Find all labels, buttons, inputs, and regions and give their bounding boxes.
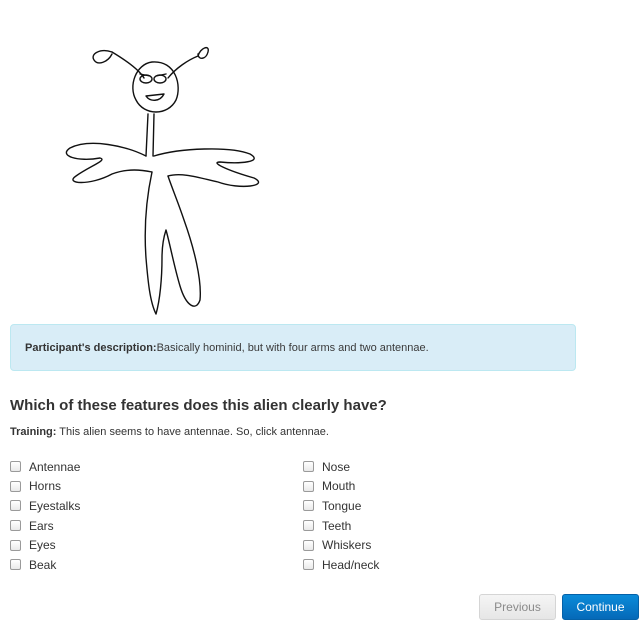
feature-label: Ears <box>29 518 54 533</box>
checkbox[interactable] <box>10 520 21 532</box>
checkbox[interactable] <box>303 559 314 571</box>
survey-page: Participant's description:Basically homi… <box>0 0 644 620</box>
description-label: Participant's description: <box>25 342 157 354</box>
checkbox[interactable] <box>10 480 21 492</box>
feature-label: Mouth <box>322 479 356 494</box>
feature-label: Teeth <box>322 518 352 533</box>
feature-label: Tongue <box>322 498 362 513</box>
description-text: Basically hominid, but with four arms an… <box>156 342 429 354</box>
participant-description-alert: Participant's description:Basically homi… <box>10 324 576 371</box>
feature-option-nose[interactable]: Nose <box>303 457 379 477</box>
feature-label: Beak <box>29 557 57 572</box>
feature-label: Antennae <box>29 459 81 474</box>
checkbox[interactable] <box>10 559 21 571</box>
feature-option-teeth[interactable]: Teeth <box>303 516 379 536</box>
question-heading: Which of these features does this alien … <box>10 397 387 414</box>
checkbox[interactable] <box>10 539 21 551</box>
alien-drawing <box>65 46 260 315</box>
checkbox[interactable] <box>303 500 314 512</box>
features-left-column: Antennae Horns Eyestalks Ears Eyes Beak <box>10 457 80 575</box>
checkbox[interactable] <box>303 539 314 551</box>
feature-option-tongue[interactable]: Tongue <box>303 496 379 516</box>
training-label: Training: <box>10 426 57 438</box>
feature-label: Nose <box>322 459 351 474</box>
feature-option-head-neck[interactable]: Head/neck <box>303 555 379 575</box>
feature-option-mouth[interactable]: Mouth <box>303 477 379 497</box>
checkbox[interactable] <box>10 500 21 512</box>
previous-button[interactable]: Previous <box>479 594 556 620</box>
feature-option-horns[interactable]: Horns <box>10 477 80 497</box>
training-text: This alien seems to have antennae. So, c… <box>56 426 329 438</box>
checkbox[interactable] <box>303 520 314 532</box>
checkbox[interactable] <box>303 461 314 473</box>
feature-option-eyestalks[interactable]: Eyestalks <box>10 496 80 516</box>
feature-label: Horns <box>29 479 62 494</box>
checkbox[interactable] <box>303 480 314 492</box>
training-note: Training: This alien seems to have anten… <box>10 426 329 438</box>
checkbox[interactable] <box>10 461 21 473</box>
feature-option-ears[interactable]: Ears <box>10 516 80 536</box>
feature-label: Head/neck <box>322 557 380 572</box>
feature-option-beak[interactable]: Beak <box>10 555 80 575</box>
feature-option-eyes[interactable]: Eyes <box>10 535 80 555</box>
features-right-column: Nose Mouth Tongue Teeth Whiskers Head/ne… <box>303 457 379 575</box>
feature-label: Eyes <box>29 538 56 553</box>
feature-option-antennae[interactable]: Antennae <box>10 457 80 477</box>
feature-label: Whiskers <box>322 538 372 553</box>
continue-button[interactable]: Continue <box>562 594 639 620</box>
feature-label: Eyestalks <box>29 498 81 513</box>
feature-option-whiskers[interactable]: Whiskers <box>303 535 379 555</box>
